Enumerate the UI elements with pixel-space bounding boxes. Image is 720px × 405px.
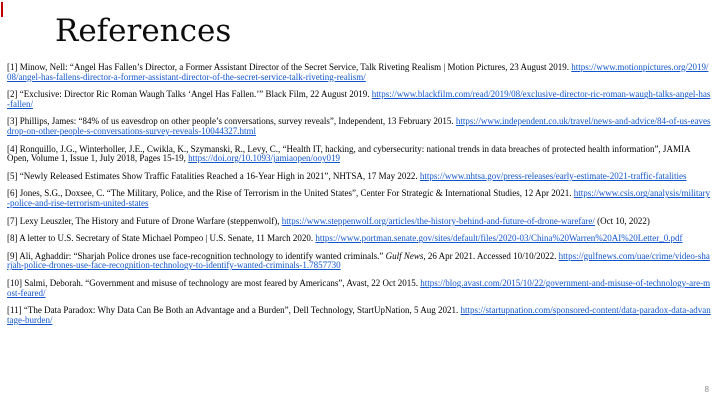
reference-item: [7] Lexy Leuszler, The History and Futur…: [7, 217, 712, 227]
reference-text: [6] Jones, S.G., Doxsee, C. “The Militar…: [7, 188, 574, 198]
reference-link[interactable]: https://www.steppenwolf.org/articles/the…: [282, 216, 595, 226]
page-title: References: [55, 12, 231, 51]
reference-text: [10] Salmi, Deborah. “Government and mis…: [7, 278, 420, 288]
reference-text: [4] Ronquillo, J.G., Winterholler, J.E.,…: [7, 144, 690, 164]
reference-text: , 26 Apr 2021. Accessed 10/10/2022.: [423, 251, 558, 261]
reference-item: [3] Phillips, James: “84% of us eavesdro…: [7, 117, 712, 136]
reference-item: [9] Ali, Aghaddir: “Sharjah Police drone…: [7, 252, 712, 271]
reference-item: [6] Jones, S.G., Doxsee, C. “The Militar…: [7, 189, 712, 208]
reference-item: [8] A letter to U.S. Secretary of State …: [7, 234, 712, 244]
reference-text: [11] “The Data Paradox: Why Data Can Be …: [7, 305, 461, 315]
reference-text: [1] Minow, Nell: “Angel Has Fallen’s Dir…: [7, 62, 571, 72]
page-number: 8: [705, 385, 709, 394]
reference-item: [1] Minow, Nell: “Angel Has Fallen’s Dir…: [7, 63, 712, 82]
reference-text: [3] Phillips, James: “84% of us eavesdro…: [7, 116, 456, 126]
reference-item: [4] Ronquillo, J.G., Winterholler, J.E.,…: [7, 145, 712, 164]
reference-text: [8] A letter to U.S. Secretary of State …: [7, 233, 315, 243]
reference-item: [5] “Newly Released Estimates Show Traff…: [7, 172, 712, 182]
reference-text: [5] “Newly Released Estimates Show Traff…: [7, 171, 420, 181]
reference-item: [11] “The Data Paradox: Why Data Can Be …: [7, 306, 712, 325]
reference-item: [10] Salmi, Deborah. “Government and mis…: [7, 279, 712, 298]
reference-text: [2] “Exclusive: Director Ric Roman Waugh…: [7, 89, 372, 99]
reference-link[interactable]: https://www.nhtsa.gov/press-releases/ear…: [420, 171, 687, 181]
reference-text: [9] Ali, Aghaddir: “Sharjah Police drone…: [7, 251, 386, 261]
reference-text: [7] Lexy Leuszler, The History and Futur…: [7, 216, 282, 226]
reference-item: [2] “Exclusive: Director Ric Roman Waugh…: [7, 90, 712, 109]
reference-link[interactable]: https://www.portman.senate.gov/sites/def…: [315, 233, 682, 243]
slide: References [1] Minow, Nell: “Angel Has F…: [0, 0, 720, 405]
reference-text: Gulf News: [386, 251, 424, 261]
reference-text: (Oct 10, 2022): [595, 216, 650, 226]
accent-mark: [1, 2, 3, 17]
reference-link[interactable]: https://doi.org/10.1093/jamiaopen/ooy019: [188, 153, 340, 163]
references-list: [1] Minow, Nell: “Angel Has Fallen’s Dir…: [7, 63, 712, 333]
